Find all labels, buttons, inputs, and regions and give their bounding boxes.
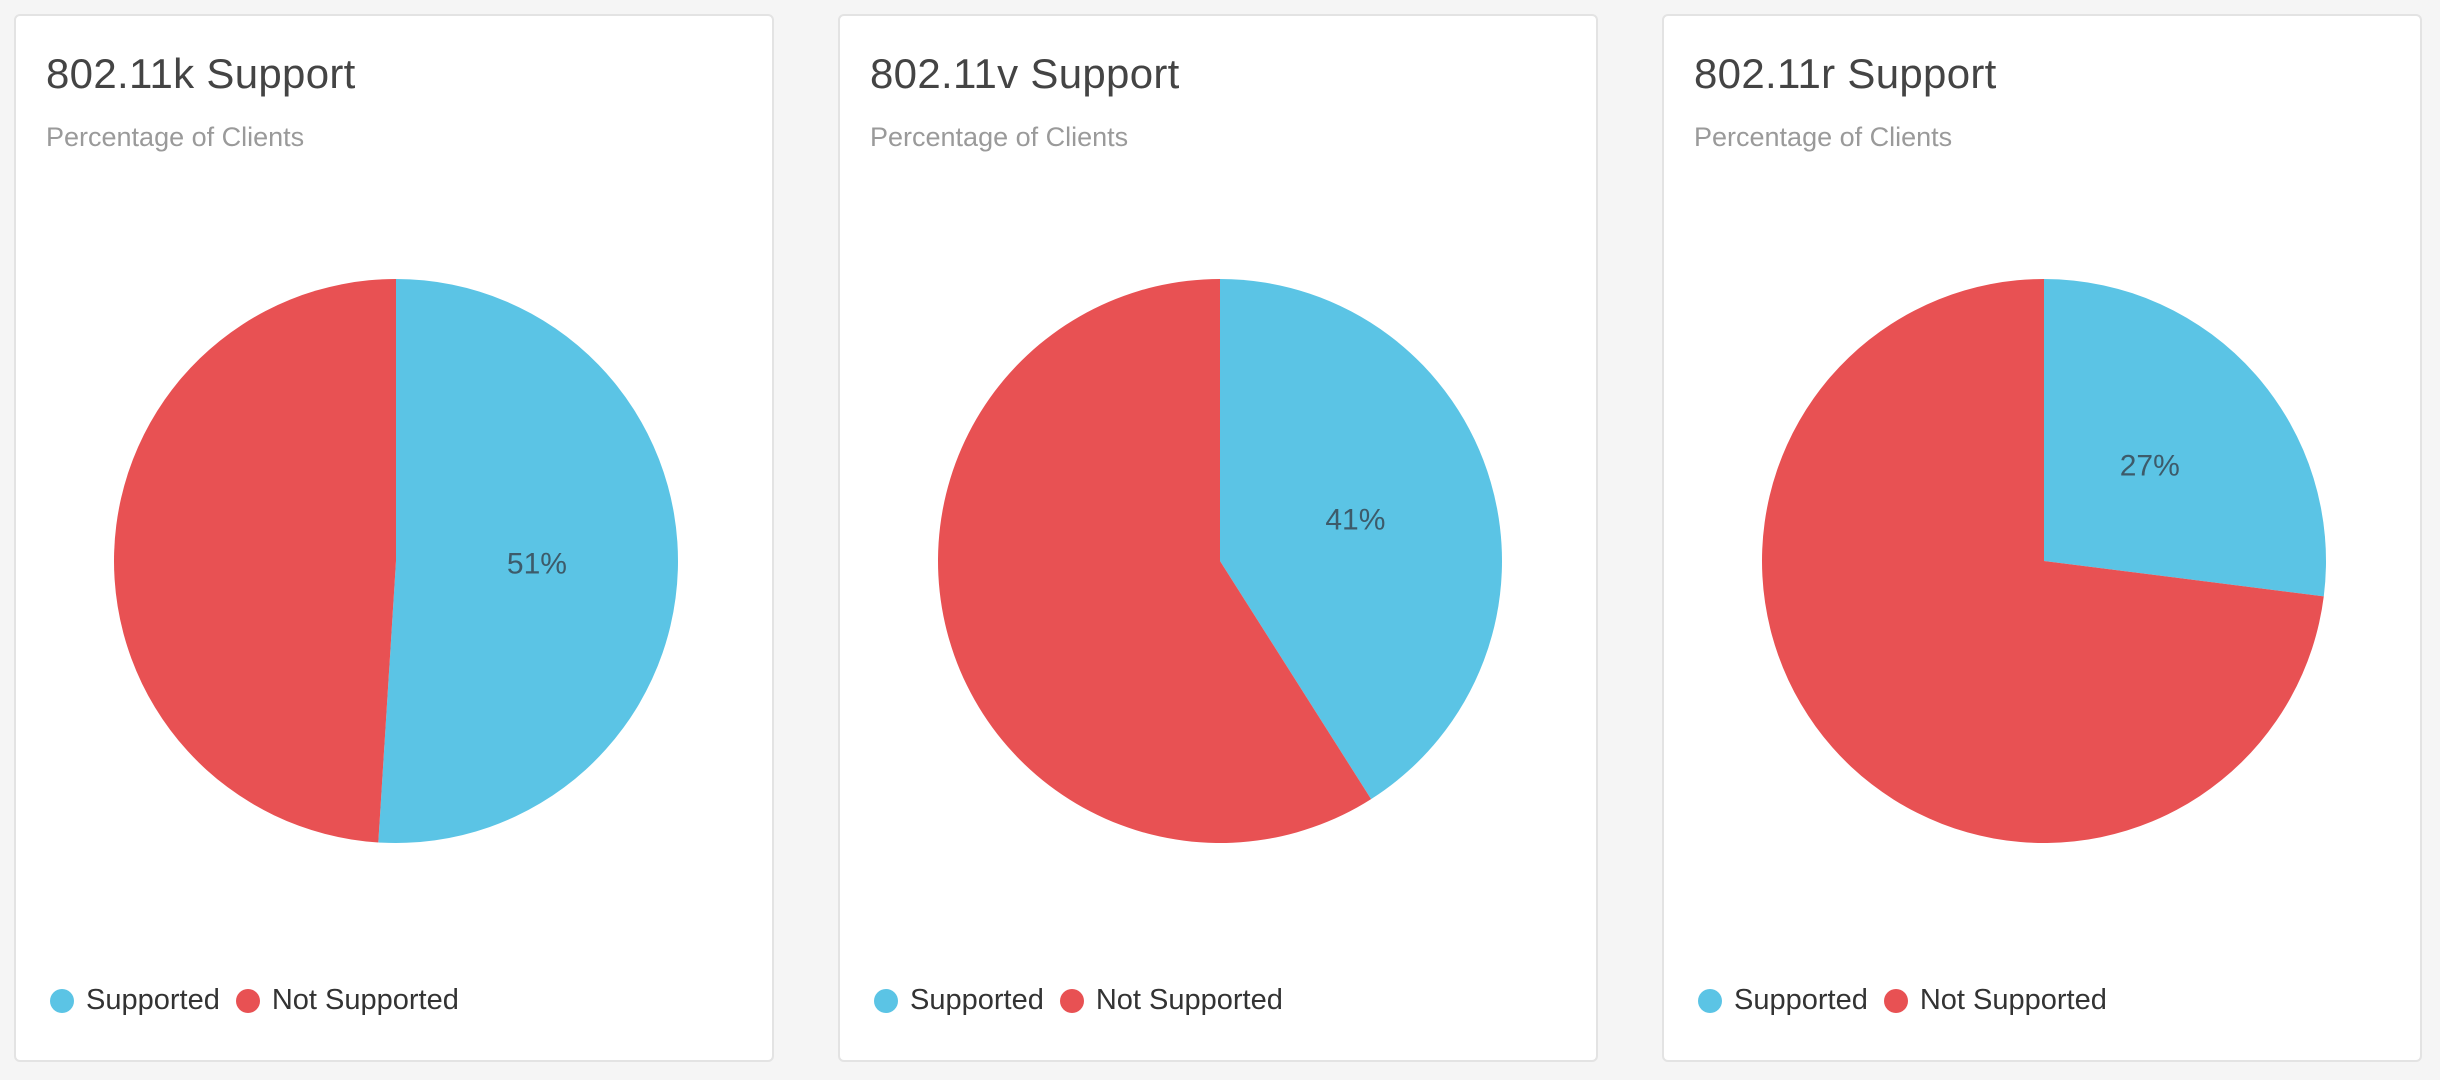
legend-item-not-supported[interactable]: Not Supported <box>235 984 459 1017</box>
legend-label-not-supported: Not Supported <box>1919 984 2107 1016</box>
pie-data-label: 27% <box>2120 450 2180 483</box>
legend-item-not-supported[interactable]: Not Supported <box>1059 984 1283 1017</box>
legend-item-supported[interactable]: Supported <box>874 984 1044 1017</box>
pie-chart: 27% <box>1762 279 2326 843</box>
pie-chart: 41% <box>937 279 1502 843</box>
legend-swatch-supported <box>1698 988 1722 1013</box>
pie-data-label: 51% <box>507 547 567 580</box>
legend-label-supported: Supported <box>86 984 220 1016</box>
pie-data-label: 41% <box>1325 504 1385 537</box>
chart-grid: 802.11k Support Percentage of Clients 51… <box>0 0 2440 1080</box>
pie-chart: 51% <box>114 279 679 844</box>
legend-label-supported: Supported <box>1734 984 1868 1016</box>
legend-label-not-supported: Not Supported <box>271 984 459 1016</box>
legend-swatch-not-supported <box>1059 988 1084 1013</box>
legend-item-supported[interactable]: Supported <box>1698 984 1868 1017</box>
chart-card-80211v: 802.11v Support Percentage of Clients 41… <box>838 14 1598 1062</box>
chart-legend: Supported Not Supported <box>50 984 475 1017</box>
legend-label-not-supported: Not Supported <box>1095 984 1283 1016</box>
chart-legend: Supported Not Supported <box>1698 984 2123 1017</box>
chart-legend: Supported Not Supported <box>874 984 1299 1017</box>
legend-swatch-not-supported <box>235 988 260 1013</box>
legend-swatch-supported <box>50 988 74 1013</box>
legend-swatch-supported <box>874 988 898 1013</box>
legend-item-not-supported[interactable]: Not Supported <box>1883 984 2107 1017</box>
pie-slice-supported[interactable] <box>2044 279 2326 597</box>
legend-swatch-not-supported <box>1883 988 1908 1013</box>
chart-card-80211r: 802.11r Support Percentage of Clients 27… <box>1662 14 2422 1062</box>
legend-label-supported: Supported <box>910 984 1044 1016</box>
legend-item-supported[interactable]: Supported <box>50 984 220 1017</box>
pie-slice-not-supported[interactable] <box>114 279 396 843</box>
chart-card-80211k: 802.11k Support Percentage of Clients 51… <box>14 14 774 1062</box>
